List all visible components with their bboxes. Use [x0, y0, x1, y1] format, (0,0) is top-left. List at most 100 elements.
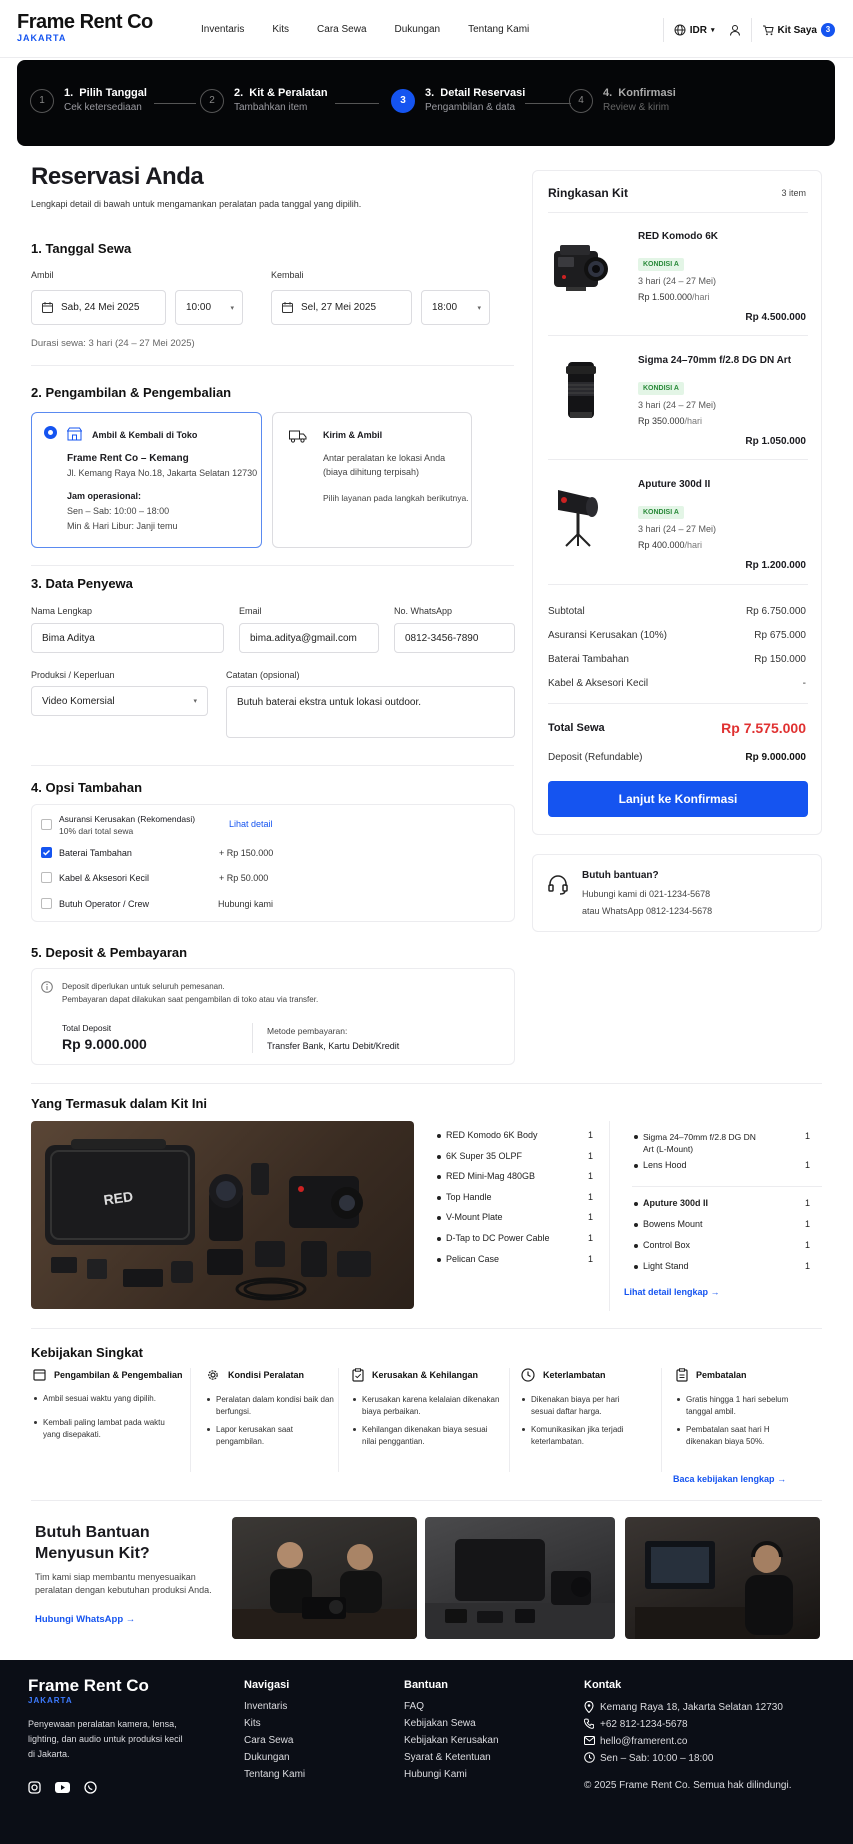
footer-description: Penyewaan peralatan kamera, lensa, light… [28, 1717, 183, 1762]
arrow-right-icon: → [125, 1614, 136, 1625]
cables-checkbox[interactable] [41, 872, 52, 883]
purpose-select[interactable]: Video Komersial ▾ [31, 686, 208, 716]
store-option-title: Ambil & Kembali di Toko [92, 430, 198, 440]
operator-checkbox[interactable] [41, 898, 52, 909]
footer-nav-link[interactable]: Tentang Kami [244, 1769, 305, 1780]
footer-help-link[interactable]: Kebijakan Sewa [404, 1718, 476, 1729]
step-4[interactable]: 4 4. Konfirmasi Review & kirim [569, 80, 676, 113]
nav-inventaris[interactable]: Inventaris [201, 24, 244, 35]
summary-count: 3 item [781, 188, 806, 198]
return-time-value: 18:00 [432, 302, 458, 313]
subtotal-value: Rp 6.750.000 [745, 606, 806, 617]
footer-help-link[interactable]: Syarat & Ketentuan [404, 1752, 491, 1763]
deposit-info-2: Pembayaran dapat dilakukan saat pengambi… [62, 995, 319, 1004]
footer-help-link[interactable]: FAQ [404, 1701, 424, 1712]
footer-nav-link[interactable]: Kits [244, 1718, 261, 1729]
footer-nav-link[interactable]: Inventaris [244, 1701, 287, 1712]
footer-phone[interactable]: +62 812-1234-5678 [600, 1719, 688, 1730]
kit-list-item: Bowens Mount [634, 1219, 703, 1229]
notes-value: Butuh baterai ekstra untuk lokasi outdoo… [237, 697, 422, 708]
cart-button[interactable]: Kit Saya 3 [762, 23, 835, 37]
store-address: Jl. Kemang Raya No.18, Jakarta Selatan 1… [67, 468, 258, 478]
return-time-select[interactable]: 18:00 ▾ [421, 290, 490, 325]
pickup-date-input[interactable]: Sab, 24 Mei 2025 [31, 290, 166, 325]
instagram-icon[interactable] [28, 1781, 41, 1794]
battery-label: Baterai Tambahan [59, 848, 132, 858]
deposit-info-1: Deposit diperlukan untuk seluruh pemesan… [62, 982, 225, 991]
kit-item-qty: 1 [805, 1198, 811, 1208]
nav-cara-sewa[interactable]: Cara Sewa [317, 24, 366, 35]
nav-tentang[interactable]: Tentang Kami [468, 24, 529, 35]
step-2[interactable]: 2 2. Kit & Peralatan Tambahkan item [200, 80, 328, 113]
divider [750, 18, 752, 42]
calendar-icon [42, 302, 53, 313]
user-icon[interactable] [729, 24, 741, 36]
kit-item-qty: 1 [588, 1212, 594, 1222]
whatsapp-link-text: Hubungi WhatsApp [35, 1614, 124, 1625]
location-pin-icon [584, 1701, 594, 1713]
whatsapp-icon[interactable] [84, 1781, 97, 1794]
footer-desc-1: Penyewaan peralatan kamera, lensa, [28, 1719, 177, 1729]
step-1[interactable]: 1 1. Pilih Tanggal Cek ketersediaan [30, 80, 147, 113]
divider [31, 765, 514, 766]
condition-badge: KONDISI A [638, 258, 684, 271]
kit-item-qty: 1 [588, 1130, 594, 1140]
footer-help-link[interactable]: Hubungi Kami [404, 1769, 467, 1780]
notes-textarea[interactable]: Butuh baterai ekstra untuk lokasi outdoo… [226, 686, 515, 738]
insurance-detail-link[interactable]: Lihat detail [229, 819, 273, 829]
footer-nav-link[interactable]: Cara Sewa [244, 1735, 293, 1746]
radio-selected[interactable] [44, 426, 57, 439]
footer-email[interactable]: hello@framerent.co [600, 1736, 687, 1747]
pickup-time-select[interactable]: 10:00 ▾ [175, 290, 243, 325]
kit-summary-card: Ringkasan Kit 3 item RED Komodo 6K KONDI… [532, 170, 822, 835]
kit-list-item: Pelican Case [436, 1254, 500, 1264]
continue-confirmation-button[interactable]: Lanjut ke Konfirmasi [548, 781, 808, 817]
policy-pickup: Pengambilan & Pengembalian Ambil sesuai … [33, 1368, 183, 1441]
kit-list-item: Light Stand [634, 1261, 689, 1271]
battery-checkbox[interactable] [41, 847, 52, 858]
phone-icon [584, 1718, 594, 1729]
step-3[interactable]: 3 3. Detail Reservasi Pengambilan & data [391, 80, 525, 113]
return-date-value: Sel, 27 Mei 2025 [301, 302, 377, 313]
nav-kits[interactable]: Kits [272, 24, 289, 35]
full-name-input[interactable]: Bima Aditya [31, 623, 224, 653]
email-field[interactable]: bima.aditya@gmail.com [239, 623, 379, 653]
divider [548, 459, 808, 460]
whatsapp-contact-link[interactable]: Hubungi WhatsApp → [35, 1614, 135, 1625]
nav-dukungan[interactable]: Dukungan [395, 24, 441, 35]
arrow-right-icon: → [710, 1287, 720, 1297]
insurance-checkbox[interactable] [41, 819, 52, 830]
aputure-light-image [558, 490, 598, 547]
chevron-down-icon: ▾ [711, 27, 715, 34]
divider [548, 584, 808, 585]
policy-title: Pembatalan [696, 1370, 747, 1380]
currency-select[interactable]: IDR ▾ [674, 24, 715, 36]
hours-weekend: Min & Hari Libur: Janji temu [67, 521, 178, 531]
summary-item-total: Rp 1.200.000 [745, 560, 806, 571]
policy-full-link[interactable]: Baca kebijakan lengkap → [673, 1474, 786, 1484]
kit-item-qty: 1 [805, 1131, 811, 1141]
footer-logo[interactable]: Frame Rent Co JAKARTA [28, 1676, 149, 1705]
return-date-input[interactable]: Sel, 27 Mei 2025 [271, 290, 412, 325]
kit-list-item: V-Mount Plate [437, 1212, 503, 1222]
youtube-icon[interactable] [55, 1782, 70, 1793]
support-photo-illustration [635, 1541, 793, 1639]
kit-detail-link[interactable]: Lihat detail lengkap → [624, 1287, 720, 1297]
headset-icon [548, 875, 568, 895]
cables-line-value: - [802, 678, 806, 689]
pickup-option-store[interactable]: Ambil & Kembali di Toko Frame Rent Co – … [31, 412, 262, 548]
whatsapp-input[interactable]: 0812-3456-7890 [394, 623, 515, 653]
brand-logo[interactable]: Frame Rent Co JAKARTA [17, 11, 153, 43]
kit-item-qty: 1 [588, 1151, 594, 1161]
summary-item-rate: Rp 350.000 [638, 416, 685, 426]
sigma-lens-image [566, 362, 596, 418]
divider [609, 1121, 610, 1311]
section-options-heading: 4. Opsi Tambahan [31, 780, 143, 795]
divider [31, 365, 514, 366]
battery-price: + Rp 150.000 [219, 848, 274, 858]
operator-contact[interactable]: Hubungi kami [218, 899, 273, 909]
footer-help-link[interactable]: Kebijakan Kerusakan [404, 1735, 499, 1746]
footer-nav-link[interactable]: Dukungan [244, 1752, 290, 1763]
pickup-option-delivery[interactable]: Kirim & Ambil Antar peralatan ke lokasi … [272, 412, 472, 548]
divider [548, 703, 808, 704]
